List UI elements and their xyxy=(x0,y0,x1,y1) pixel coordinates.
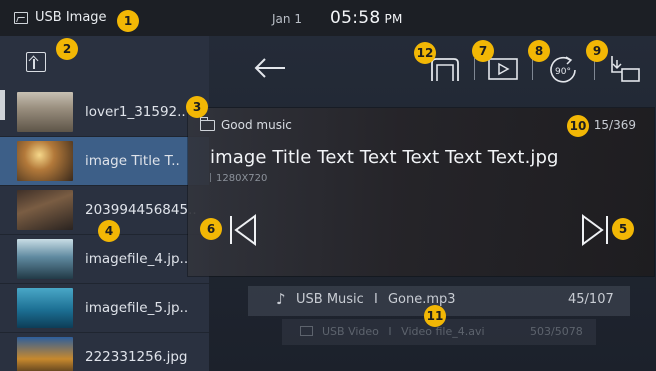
play-slideshow-icon[interactable] xyxy=(488,58,518,80)
usb-image-viewer: USB Image Jan 1 05:58 PM lover1_31592.. i… xyxy=(0,0,656,371)
video-separator: I xyxy=(388,325,392,338)
thumbnail xyxy=(17,337,73,371)
list-item-selected[interactable]: image Title T.. xyxy=(0,137,209,186)
file-name: lover1_31592.. xyxy=(85,104,186,120)
list-item[interactable]: lover1_31592.. xyxy=(0,88,209,137)
video-source: USB Video xyxy=(322,325,379,338)
callout-badge-7: 7 xyxy=(472,40,494,62)
back-arrow-icon[interactable] xyxy=(254,58,286,78)
thumbnail xyxy=(17,239,73,279)
folder-icon xyxy=(200,116,215,131)
callout-badge-11: 11 xyxy=(424,305,446,327)
callout-badge-6: 6 xyxy=(200,218,222,240)
thumbnail xyxy=(17,141,73,181)
image-count: 15/369 xyxy=(593,118,636,132)
rotate-label: 90° xyxy=(555,67,571,77)
file-name: imagefile_4.jp.. xyxy=(85,251,189,267)
list-item[interactable]: imagefile_5.jp.. xyxy=(0,284,209,333)
time: 05:58 xyxy=(330,8,381,28)
previous-image-icon[interactable] xyxy=(228,214,258,246)
resolution-text: 1280X720 xyxy=(216,173,268,184)
callout-badge-3: 3 xyxy=(186,96,208,118)
callout-badge-5: 5 xyxy=(612,218,634,240)
music-source: USB Music xyxy=(296,292,364,307)
date: Jan 1 xyxy=(272,12,302,26)
callout-badge-8: 8 xyxy=(528,40,550,62)
video-info: USB Video I Video file_4.avi xyxy=(322,325,485,338)
video-file: Video file_4.avi xyxy=(401,325,485,338)
image-title: image Title Text Text Text Text Text.jpg xyxy=(210,147,559,168)
file-name: 222331256.jpg xyxy=(85,349,188,365)
source-title: USB Image xyxy=(14,10,107,25)
list-item[interactable]: 222331256.jpg xyxy=(0,333,209,371)
top-bar: USB Image Jan 1 05:58 PM xyxy=(0,0,656,36)
music-separator: I xyxy=(373,292,378,307)
file-name: 203994456845.. xyxy=(85,202,197,218)
video-icon xyxy=(300,326,313,336)
toolbar-separator xyxy=(532,58,533,80)
source-label: USB Image xyxy=(35,10,107,25)
thumbnail xyxy=(17,288,73,328)
file-name: image Title T.. xyxy=(85,153,180,169)
parent-folder-icon[interactable] xyxy=(26,52,46,72)
rotate-90-icon[interactable]: 90° xyxy=(546,54,580,84)
thumbnail xyxy=(17,92,73,132)
scroll-indicator[interactable] xyxy=(0,90,5,120)
image-resolution: 1280X720 xyxy=(210,173,267,184)
callout-badge-4: 4 xyxy=(98,220,120,242)
callout-badge-9: 9 xyxy=(586,40,608,62)
save-to-device-icon[interactable] xyxy=(608,54,642,84)
callout-badge-2: 2 xyxy=(56,38,78,60)
callout-badge-10: 10 xyxy=(567,115,589,137)
music-file: Gone.mp3 xyxy=(387,292,456,307)
music-count: 45/107 xyxy=(568,292,614,307)
ampm: PM xyxy=(384,12,403,26)
folder-name: Good music xyxy=(221,118,292,132)
callout-badge-12: 12 xyxy=(414,42,436,64)
callout-badge-1: 1 xyxy=(117,10,139,32)
next-image-icon[interactable] xyxy=(580,214,610,246)
clock: 05:58 PM xyxy=(330,8,403,28)
list-item[interactable]: imagefile_4.jp.. xyxy=(0,235,209,284)
image-source-icon xyxy=(14,11,28,24)
file-name: imagefile_5.jp.. xyxy=(85,300,189,316)
toolbar-separator xyxy=(474,58,475,80)
thumbnail xyxy=(17,190,73,230)
music-note-icon: ♪ xyxy=(276,290,286,308)
video-count: 503/5078 xyxy=(530,325,583,338)
folder-info: Good music xyxy=(200,116,292,132)
